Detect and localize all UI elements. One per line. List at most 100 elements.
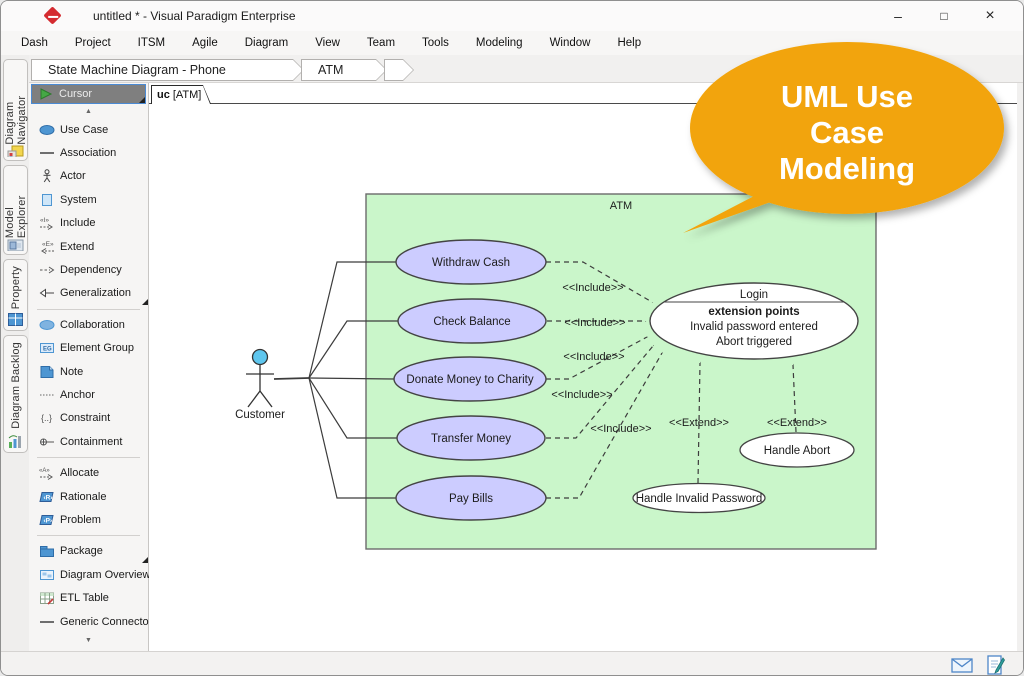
include-stereotype: <<Include>> [564, 317, 625, 329]
include-stereotype: <<Include>> [590, 423, 651, 435]
tool-system[interactable]: System [29, 188, 148, 211]
breadcrumb-item-current[interactable]: ATM [301, 59, 387, 81]
menu-dash[interactable]: Dash [21, 37, 48, 49]
use-case-withdraw-cash[interactable]: Withdraw Cash [396, 240, 546, 284]
tool-extend[interactable]: «E» Extend [29, 235, 148, 258]
tool-anchor[interactable]: Anchor [29, 383, 148, 406]
menu-view[interactable]: View [315, 37, 340, 49]
property-icon [7, 312, 24, 327]
svg-text:extension points: extension points [708, 306, 799, 318]
status-bar [1, 651, 1023, 676]
title-bar: untitled * - Visual Paradigm Enterprise … [1, 1, 1023, 31]
actor-customer[interactable]: Customer [235, 350, 285, 422]
breadcrumb-item-parent[interactable]: State Machine Diagram - Phone [31, 59, 304, 81]
tool-label: Cursor [59, 88, 92, 100]
menu-itsm[interactable]: ITSM [138, 37, 165, 49]
package-icon [38, 544, 55, 558]
use-case-login[interactable]: Login extension points Invalid password … [650, 283, 858, 359]
generalization-icon [38, 286, 55, 300]
tool-label: Dependency [60, 264, 122, 276]
diagram-tab-uc-atm[interactable]: uc [ATM] [151, 85, 211, 104]
svg-text:«A»: «A» [39, 468, 50, 474]
tool-collaboration[interactable]: Collaboration [29, 313, 148, 336]
tool-label: Problem [60, 514, 101, 526]
use-case-check-balance[interactable]: Check Balance [398, 299, 546, 343]
element-group-icon: EG [38, 341, 55, 355]
generic-connector-icon [38, 615, 55, 629]
menu-agile[interactable]: Agile [192, 37, 218, 49]
extend-icon: «E» [38, 240, 55, 254]
menu-diagram[interactable]: Diagram [245, 37, 288, 49]
tab-diagram-navigator[interactable]: Diagram Navigator [3, 59, 28, 161]
minimize-button[interactable]: – [875, 1, 921, 31]
tool-cursor[interactable]: Cursor [31, 84, 146, 104]
tool-diagram-overview[interactable]: Diagram Overview [29, 563, 148, 586]
extend-stereotype: <<Extend>> [669, 417, 729, 429]
svg-text:{..}: {..} [41, 413, 52, 423]
use-case-handle-invalid-password[interactable]: Handle Invalid Password [633, 484, 765, 513]
palette-divider [37, 457, 140, 458]
svg-text:«E»: «E» [42, 241, 54, 248]
tool-include[interactable]: «I» Include [29, 212, 148, 235]
diagram-backlog-icon [7, 434, 24, 449]
tool-actor[interactable]: Actor [29, 165, 148, 188]
maximize-button[interactable]: □ [921, 1, 967, 31]
constraint-icon: {..} [38, 411, 55, 425]
menu-project[interactable]: Project [75, 37, 111, 49]
use-case-handle-abort[interactable]: Handle Abort [740, 433, 854, 467]
tool-generalization[interactable]: Generalization [29, 282, 148, 305]
tool-dependency[interactable]: Dependency [29, 258, 148, 281]
palette-scroll-up[interactable]: ▲ [29, 104, 148, 118]
tool-containment[interactable]: Containment [29, 430, 148, 453]
anchor-icon [38, 388, 55, 402]
palette-scroll-down[interactable]: ▼ [29, 633, 148, 647]
breadcrumb-bar: State Machine Diagram - Phone ATM [29, 55, 1024, 83]
svg-text:Transfer Money: Transfer Money [431, 433, 511, 445]
rationale-icon: ‹R› [38, 490, 55, 504]
tab-strip-line [149, 103, 1017, 104]
use-case-transfer-money[interactable]: Transfer Money [397, 416, 545, 460]
use-case-pay-bills[interactable]: Pay Bills [396, 476, 546, 520]
tool-constraint[interactable]: {..} Constraint [29, 407, 148, 430]
collaboration-icon [38, 318, 55, 332]
tab-property[interactable]: Property [3, 259, 28, 331]
menu-help[interactable]: Help [617, 37, 641, 49]
menu-tools[interactable]: Tools [422, 37, 449, 49]
tool-palette: Cursor ▲ Use Case Association Actor [29, 83, 149, 651]
window-controls: – □ × [875, 1, 1013, 31]
tool-label: Anchor [60, 389, 95, 401]
tool-problem[interactable]: ‹P› Problem [29, 508, 148, 531]
tool-rationale[interactable]: ‹R› Rationale [29, 485, 148, 508]
tool-generic-connector[interactable]: Generic Connector [29, 610, 148, 633]
tab-label: Property [10, 266, 22, 309]
tab-model-explorer[interactable]: Model Explorer [3, 165, 28, 255]
tool-package[interactable]: Package [29, 540, 148, 563]
tool-use-case[interactable]: Use Case [29, 118, 148, 141]
tool-label: ETL Table [60, 592, 109, 604]
svg-text:Handle Invalid Password: Handle Invalid Password [636, 493, 763, 505]
include-icon: «I» [38, 216, 55, 230]
message-icon[interactable] [951, 657, 973, 673]
tab-diagram-backlog[interactable]: Diagram Backlog [3, 335, 28, 453]
menu-modeling[interactable]: Modeling [476, 37, 523, 49]
tool-note[interactable]: Note [29, 360, 148, 383]
diagram-overview-icon [38, 568, 55, 582]
use-case-donate-money[interactable]: Donate Money to Charity [394, 357, 546, 401]
svg-text:‹R›: ‹R› [43, 494, 52, 501]
tool-element-group[interactable]: EG Element Group [29, 337, 148, 360]
tool-label: Package [60, 545, 103, 557]
menu-window[interactable]: Window [550, 37, 591, 49]
expand-corner [139, 97, 145, 103]
svg-text:«I»: «I» [40, 217, 49, 224]
menu-team[interactable]: Team [367, 37, 395, 49]
close-button[interactable]: × [967, 1, 1013, 31]
tool-allocate[interactable]: «A» Allocate [29, 461, 148, 484]
edit-document-icon[interactable] [987, 655, 1005, 675]
diagram-canvas[interactable]: uc [ATM] ATM [149, 83, 1017, 651]
tool-label: Generalization [60, 287, 131, 299]
application-window: untitled * - Visual Paradigm Enterprise … [0, 0, 1024, 676]
dock-tab-strip: Diagram Navigator Model Explorer Propert… [1, 55, 29, 651]
tool-etl-table[interactable]: ETL Table [29, 586, 148, 609]
tool-association[interactable]: Association [29, 141, 148, 164]
visual-paradigm-logo-icon [43, 6, 61, 24]
